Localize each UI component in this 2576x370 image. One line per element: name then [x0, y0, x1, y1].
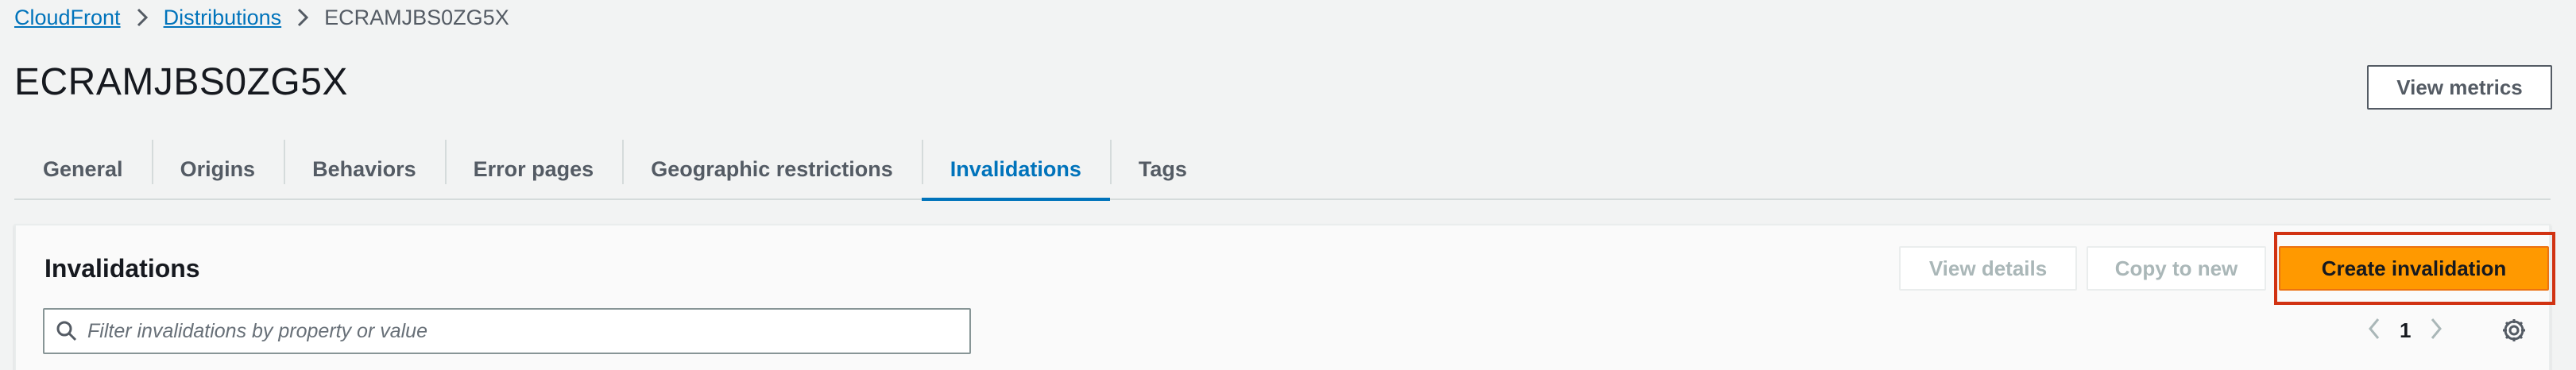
breadcrumb-distributions[interactable]: Distributions: [164, 6, 282, 30]
pagination: 1: [2366, 314, 2444, 346]
tab-general[interactable]: General: [14, 140, 152, 198]
search-field[interactable]: [43, 308, 971, 354]
chevron-right-icon[interactable]: [2428, 316, 2444, 345]
copy-to-new-button[interactable]: Copy to new: [2087, 246, 2266, 291]
chevron-right-icon: [296, 6, 310, 29]
create-invalidation-button[interactable]: Create invalidation: [2279, 246, 2549, 291]
page-title: ECRAMJBS0ZG5X: [14, 61, 348, 103]
panel-title: Invalidations: [44, 254, 200, 283]
view-metrics-button[interactable]: View metrics: [2367, 65, 2552, 110]
breadcrumb: CloudFront Distributions ECRAMJBS0ZG5X: [14, 2, 509, 33]
search-icon: [56, 320, 78, 342]
tab-origins[interactable]: Origins: [151, 140, 284, 198]
chevron-right-icon: [135, 6, 149, 29]
page-number[interactable]: 1: [2400, 318, 2411, 343]
tab-tags[interactable]: Tags: [1109, 140, 1216, 198]
gear-icon[interactable]: [2498, 314, 2530, 346]
search-input[interactable]: [87, 319, 969, 343]
tab-invalidations[interactable]: Invalidations: [921, 140, 1110, 201]
breadcrumb-current: ECRAMJBS0ZG5X: [324, 5, 509, 29]
tab-error-pages[interactable]: Error pages: [444, 140, 623, 198]
tab-geographic-restrictions[interactable]: Geographic restrictions: [622, 140, 922, 198]
tab-behaviors[interactable]: Behaviors: [284, 140, 445, 198]
breadcrumb-cloudfront[interactable]: CloudFront: [14, 6, 121, 30]
view-details-button[interactable]: View details: [1899, 246, 2077, 291]
tab-bar: General Origins Behaviors Error pages Ge…: [14, 140, 2551, 201]
chevron-left-icon[interactable]: [2366, 316, 2382, 345]
invalidations-panel: Invalidations View details Copy to new C…: [14, 224, 2555, 370]
